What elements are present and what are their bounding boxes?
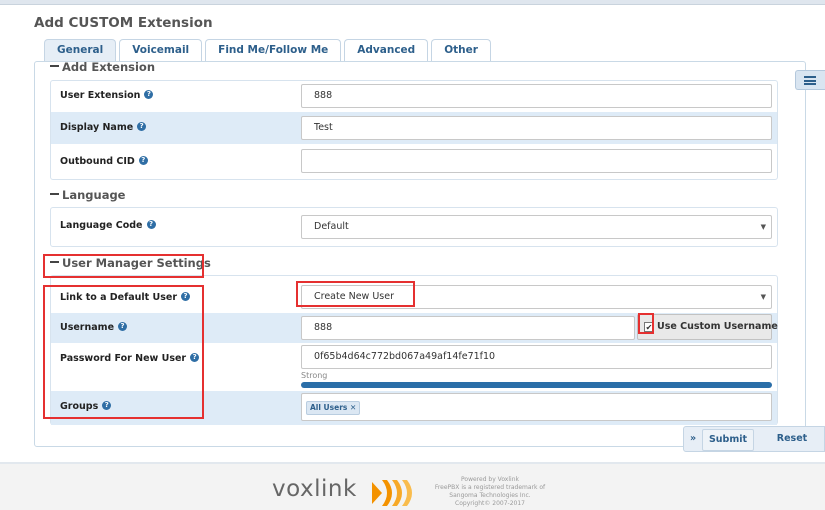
help-icon[interactable]: ? xyxy=(190,353,200,362)
username-label: Username? xyxy=(60,322,128,333)
tab-other[interactable]: Other xyxy=(431,39,491,61)
language-code-select[interactable]: Default ▼ xyxy=(301,215,772,239)
user-extension-label: User Extension? xyxy=(60,90,154,101)
user-manager-group: Link to a Default User? Create New User ▼… xyxy=(50,275,778,425)
row-outbound-cid: Outbound CID? xyxy=(51,145,777,179)
row-password: Password For New User? 0f65b4d64c772bd06… xyxy=(51,344,777,390)
remove-tag-icon[interactable]: ✕ xyxy=(350,403,356,412)
double-chevron-right-icon[interactable]: » xyxy=(690,427,696,453)
outbound-cid-label: Outbound CID? xyxy=(60,156,148,167)
password-strength-label: Strong xyxy=(301,371,328,380)
language-group: Language Code? Default ▼ xyxy=(50,207,778,247)
section-add-extension-header[interactable]: Add Extension xyxy=(50,59,155,75)
password-label: Password For New User? xyxy=(60,353,200,364)
footer-divider xyxy=(0,462,825,464)
groups-multiselect[interactable]: All Users ✕ xyxy=(301,393,772,421)
reset-button[interactable]: Reset xyxy=(764,427,820,453)
user-extension-input[interactable]: 888 xyxy=(301,84,772,108)
help-icon[interactable]: ? xyxy=(137,122,147,131)
section-title: Language xyxy=(62,188,126,202)
row-username: Username? 888 ✔ Use Custom Username xyxy=(51,313,778,343)
help-icon[interactable]: ? xyxy=(138,156,148,165)
section-language-header[interactable]: Language xyxy=(50,187,126,203)
groups-label: Groups? xyxy=(60,401,112,412)
action-bar: » Submit Reset xyxy=(683,426,825,452)
help-icon[interactable]: ? xyxy=(118,322,128,331)
submit-button[interactable]: Submit xyxy=(702,429,754,451)
tab-bar: General Voicemail Find Me/Follow Me Adva… xyxy=(44,39,491,61)
list-icon xyxy=(804,76,816,85)
row-display-name: Display Name? Test xyxy=(51,112,777,144)
add-extension-group: User Extension? 888 Display Name? Test O… xyxy=(50,80,778,180)
collapse-minus-icon xyxy=(50,192,59,195)
username-input[interactable]: 888 xyxy=(301,316,635,340)
use-custom-username-toggle[interactable]: ✔ Use Custom Username xyxy=(637,314,778,340)
display-name-input[interactable]: Test xyxy=(301,116,772,140)
row-groups: Groups? All Users ✕ xyxy=(51,391,777,425)
password-input[interactable]: 0f65b4d64c772bd067a49af14fe71f10 xyxy=(301,345,772,369)
password-strength-bar xyxy=(301,382,772,388)
voxlink-logo: voxlink xyxy=(272,476,412,506)
collapse-minus-icon xyxy=(50,64,59,67)
tab-advanced[interactable]: Advanced xyxy=(344,39,429,61)
help-icon[interactable]: ? xyxy=(181,292,191,301)
group-tag: All Users ✕ xyxy=(306,401,361,415)
side-list-button[interactable] xyxy=(795,70,825,90)
help-icon[interactable]: ? xyxy=(146,220,156,229)
tab-find-me-follow-me[interactable]: Find Me/Follow Me xyxy=(205,39,342,61)
collapse-minus-icon xyxy=(50,260,59,263)
section-title: User Manager Settings xyxy=(62,256,211,270)
caret-down-icon: ▼ xyxy=(760,293,766,301)
section-title: Add Extension xyxy=(62,60,155,74)
checkmark-icon[interactable]: ✔ xyxy=(644,322,654,332)
help-icon[interactable]: ? xyxy=(144,90,154,99)
outbound-cid-input[interactable] xyxy=(301,149,772,173)
page-title: Add CUSTOM Extension xyxy=(34,15,213,31)
row-link-default-user: Link to a Default User? Create New User ▼ xyxy=(51,276,777,312)
tab-general[interactable]: General xyxy=(44,39,117,61)
footer-credits: Powered by Voxlink FreePBX is a register… xyxy=(434,476,546,507)
row-user-extension: User Extension? 888 xyxy=(51,81,777,111)
language-code-label: Language Code? xyxy=(60,220,156,231)
link-default-user-label: Link to a Default User? xyxy=(60,292,191,303)
display-name-label: Display Name? xyxy=(60,122,147,133)
tab-voicemail[interactable]: Voicemail xyxy=(119,39,203,61)
section-user-manager-header[interactable]: User Manager Settings xyxy=(50,255,211,271)
row-language-code: Language Code? Default ▼ xyxy=(51,208,777,246)
voxlink-logo-mark xyxy=(372,480,412,506)
main-panel: Add CUSTOM Extension General Voicemail F… xyxy=(0,5,825,462)
caret-down-icon: ▼ xyxy=(760,223,766,231)
link-default-user-select[interactable]: Create New User ▼ xyxy=(301,285,772,309)
help-icon[interactable]: ? xyxy=(102,401,112,410)
